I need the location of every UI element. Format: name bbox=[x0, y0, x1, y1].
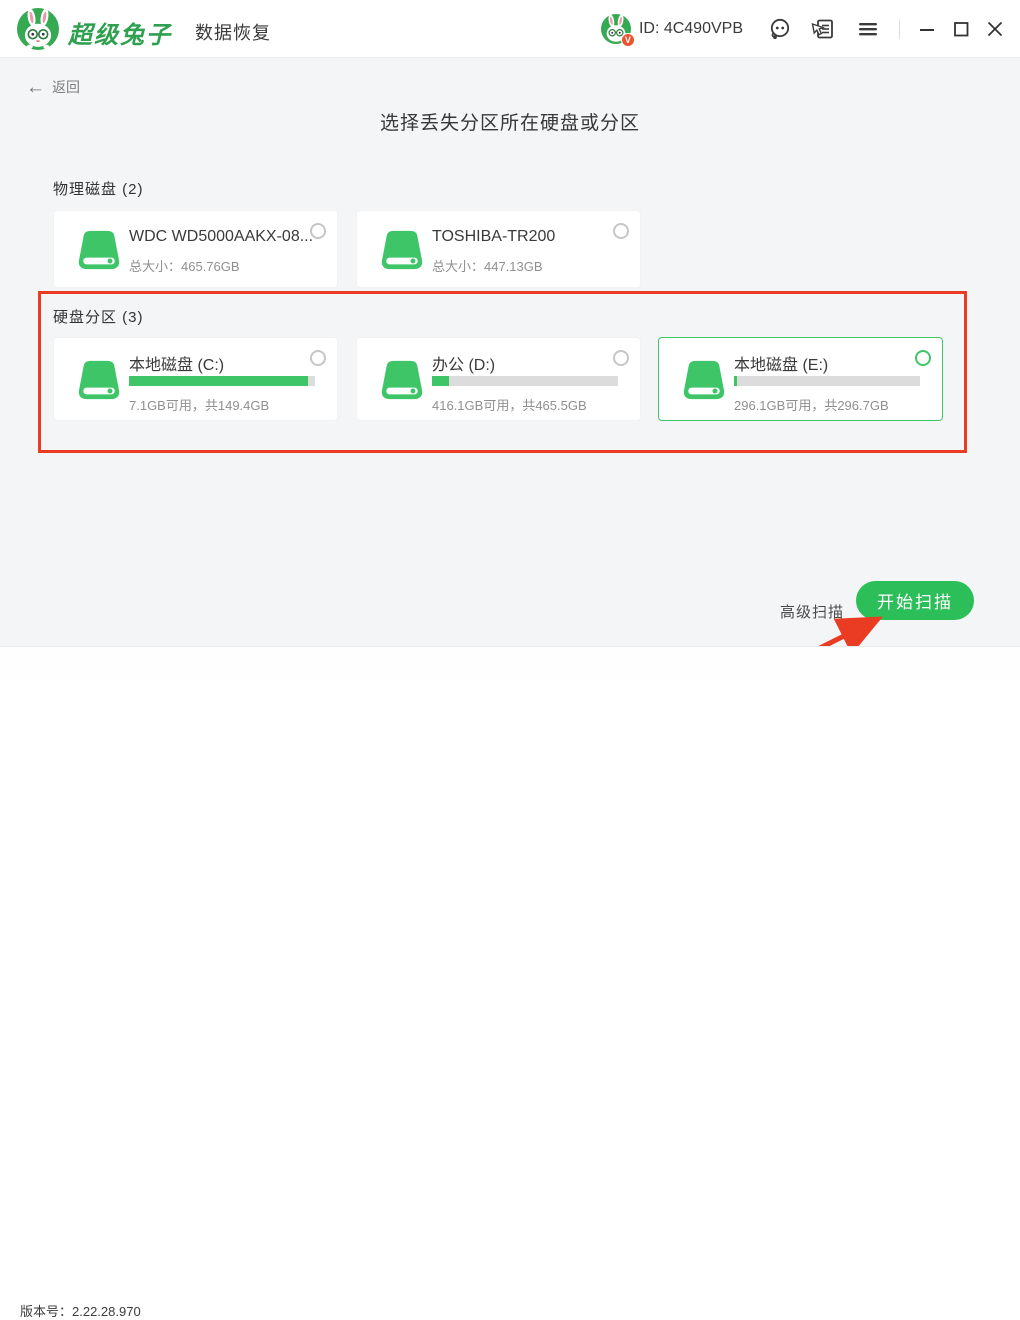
start-scan-button[interactable]: 开始扫描 bbox=[856, 581, 974, 620]
physical-disks-label: 物理磁盘 (2) bbox=[53, 178, 144, 199]
usage-bar bbox=[129, 376, 315, 386]
vip-badge: V bbox=[621, 33, 635, 47]
product-name: 数据恢复 bbox=[195, 19, 271, 45]
partition-usage: 7.1GB可用，共149.4GB bbox=[129, 395, 269, 414]
user-id: ID: 4C490VPB bbox=[639, 20, 743, 38]
usage-bar bbox=[432, 376, 618, 386]
back-arrow-icon: ← bbox=[26, 78, 45, 97]
disk-size: 总大小：447.13GB bbox=[432, 256, 543, 275]
usage-bar-fill bbox=[129, 376, 308, 386]
back-label: 返回 bbox=[52, 77, 80, 97]
partition-radio[interactable] bbox=[613, 350, 629, 366]
advanced-scan-button[interactable]: 高级扫描 bbox=[780, 601, 844, 622]
footer: 版本号：2.22.28.970 bbox=[0, 646, 1020, 680]
usage-bar bbox=[734, 376, 920, 386]
disk-card-toshiba[interactable]: TOSHIBA-TR200 总大小：447.13GB bbox=[356, 210, 641, 288]
hard-disk-icon bbox=[379, 229, 425, 271]
page-title: 选择丢失分区所在硬盘或分区 bbox=[0, 108, 1020, 135]
partition-name: 本地磁盘 (C:) bbox=[129, 351, 224, 375]
back-button[interactable]: ← 返回 bbox=[26, 77, 80, 97]
disk-radio[interactable] bbox=[310, 223, 326, 239]
partition-usage: 296.1GB可用，共296.7GB bbox=[734, 395, 889, 414]
usage-bar-fill bbox=[734, 376, 737, 386]
menu-hamburger-icon[interactable] bbox=[855, 16, 881, 42]
maximize-button[interactable] bbox=[948, 16, 974, 42]
minimize-button[interactable] bbox=[914, 16, 940, 42]
usage-bar-fill bbox=[432, 376, 449, 386]
hard-disk-icon bbox=[681, 359, 727, 401]
partition-usage: 416.1GB可用，共465.5GB bbox=[432, 395, 587, 414]
brand-name: 超级兔子 bbox=[68, 15, 172, 50]
disk-name: WDC WD5000AAKX-08... bbox=[129, 228, 313, 246]
partition-radio[interactable] bbox=[915, 350, 931, 366]
support-headset-icon[interactable] bbox=[767, 16, 793, 42]
version-label: 版本号：2.22.28.970 bbox=[20, 1301, 141, 1320]
feedback-icon[interactable] bbox=[811, 16, 837, 42]
hard-disk-icon bbox=[76, 229, 122, 271]
partition-card-d[interactable]: 办公 (D:) 416.1GB可用，共465.5GB bbox=[356, 337, 641, 421]
close-button[interactable] bbox=[982, 16, 1008, 42]
partition-card-c[interactable]: 本地磁盘 (C:) 7.1GB可用，共149.4GB bbox=[53, 337, 338, 421]
disk-name: TOSHIBA-TR200 bbox=[432, 228, 555, 246]
hard-disk-icon bbox=[76, 359, 122, 401]
partition-name: 办公 (D:) bbox=[432, 351, 495, 375]
app-window: 超级兔子 数据恢复 V ID: 4C490VPB bbox=[0, 0, 1020, 680]
partitions-label: 硬盘分区 (3) bbox=[53, 306, 144, 327]
partition-card-e[interactable]: 本地磁盘 (E:) 296.1GB可用，共296.7GB bbox=[658, 337, 943, 421]
partition-name: 本地磁盘 (E:) bbox=[734, 351, 828, 375]
partition-radio[interactable] bbox=[310, 350, 326, 366]
title-bar: 超级兔子 数据恢复 V ID: 4C490VPB bbox=[0, 0, 1020, 58]
disk-size: 总大小：465.76GB bbox=[129, 256, 240, 275]
header-divider bbox=[899, 19, 900, 39]
disk-radio[interactable] bbox=[613, 223, 629, 239]
hard-disk-icon bbox=[379, 359, 425, 401]
user-avatar[interactable]: V bbox=[601, 14, 631, 44]
app-logo-rabbit-icon bbox=[17, 8, 59, 50]
disk-card-wdc[interactable]: WDC WD5000AAKX-08... 总大小：465.76GB bbox=[53, 210, 338, 288]
